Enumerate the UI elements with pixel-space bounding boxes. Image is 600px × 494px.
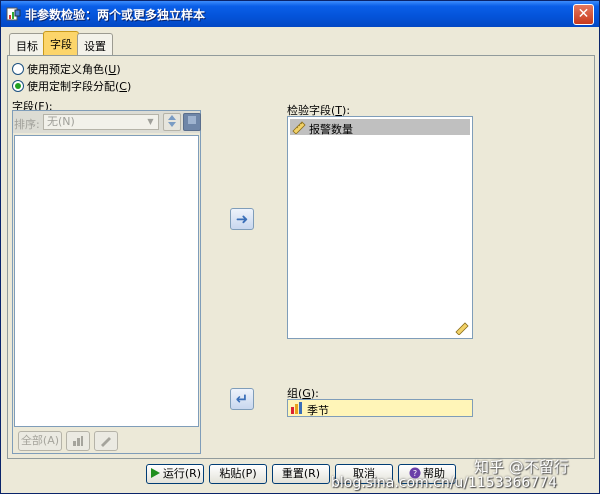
predefined-roles-label: 使用预定义角色 [27, 63, 104, 76]
group-field[interactable]: 季节 [287, 399, 473, 417]
play-icon [149, 467, 161, 485]
scale-variable-icon [455, 322, 469, 335]
chevron-down-icon: ▼ [147, 117, 154, 126]
move-to-test-fields-button[interactable]: ➜ [230, 208, 254, 230]
move-to-group-button[interactable]: ↵ [230, 388, 254, 410]
tab-fields[interactable]: 字段 [43, 31, 79, 55]
list-view-icon [188, 116, 196, 124]
arrow-return-icon: ↵ [235, 390, 249, 408]
watermark-zhihu: 知乎 @不留行 [474, 458, 569, 476]
hotkey-u: U [108, 63, 117, 76]
nominal-variable-icon [291, 402, 302, 414]
title-bar[interactable]: 非参数检验：两个或更多独立样本 ✕ [1, 1, 599, 27]
hotkey-c: C [119, 80, 127, 93]
custom-assignments-label: 使用定制字段分配 [27, 80, 115, 93]
app-icon [6, 7, 21, 21]
sort-row: 排序: 无(N) ▼ [13, 111, 201, 133]
select-all-button[interactable]: 全部(A) [18, 431, 62, 451]
scale-variable-icon [292, 121, 306, 134]
predefined-roles-option[interactable]: 使用预定义角色(U) [12, 61, 121, 76]
watermark-blog: blog.sina.com.cn/u/1153366774 [331, 475, 558, 491]
close-button[interactable]: ✕ [573, 4, 594, 25]
scale-filter-button[interactable] [94, 431, 118, 451]
dialog-window: 非参数检验：两个或更多独立样本 ✕ 目标 字段 设置 使用预定义角色(U) 使用… [0, 0, 600, 494]
sort-value: 无(N) [47, 115, 75, 128]
field-list-view-button[interactable] [183, 113, 201, 131]
sort-order-button[interactable] [163, 113, 181, 131]
run-label: 运行(R) [162, 467, 202, 480]
bar-chart-icon [73, 436, 83, 446]
tab-objective[interactable]: 目标 [9, 33, 45, 55]
sort-updown-icon [168, 115, 176, 127]
custom-assignments-option[interactable]: 使用定制字段分配(C) [12, 78, 131, 93]
list-item[interactable]: 报警数量 [290, 119, 470, 136]
run-button[interactable]: 运行(R) [146, 464, 204, 484]
paste-button[interactable]: 粘贴(P) [209, 464, 267, 484]
ruler-icon [101, 437, 111, 447]
test-field-name: 报警数量 [309, 123, 353, 136]
test-fields-list[interactable]: 报警数量 [287, 116, 473, 339]
window-title: 非参数检验：两个或更多独立样本 [25, 8, 206, 22]
radio-icon[interactable] [12, 63, 24, 75]
fields-panel: 排序: 无(N) ▼ 全部(A) [12, 110, 201, 454]
arrow-right-icon: ➜ [235, 210, 249, 228]
tab-settings[interactable]: 设置 [77, 33, 113, 55]
reset-button[interactable]: 重置(R) [272, 464, 330, 484]
radio-checked-icon[interactable] [12, 80, 24, 92]
sort-label: 排序: [14, 118, 40, 131]
measure-filter-button[interactable] [66, 431, 90, 451]
available-fields-list[interactable] [14, 135, 199, 427]
sort-dropdown[interactable]: 无(N) ▼ [43, 114, 159, 130]
group-field-value: 季节 [307, 404, 329, 417]
